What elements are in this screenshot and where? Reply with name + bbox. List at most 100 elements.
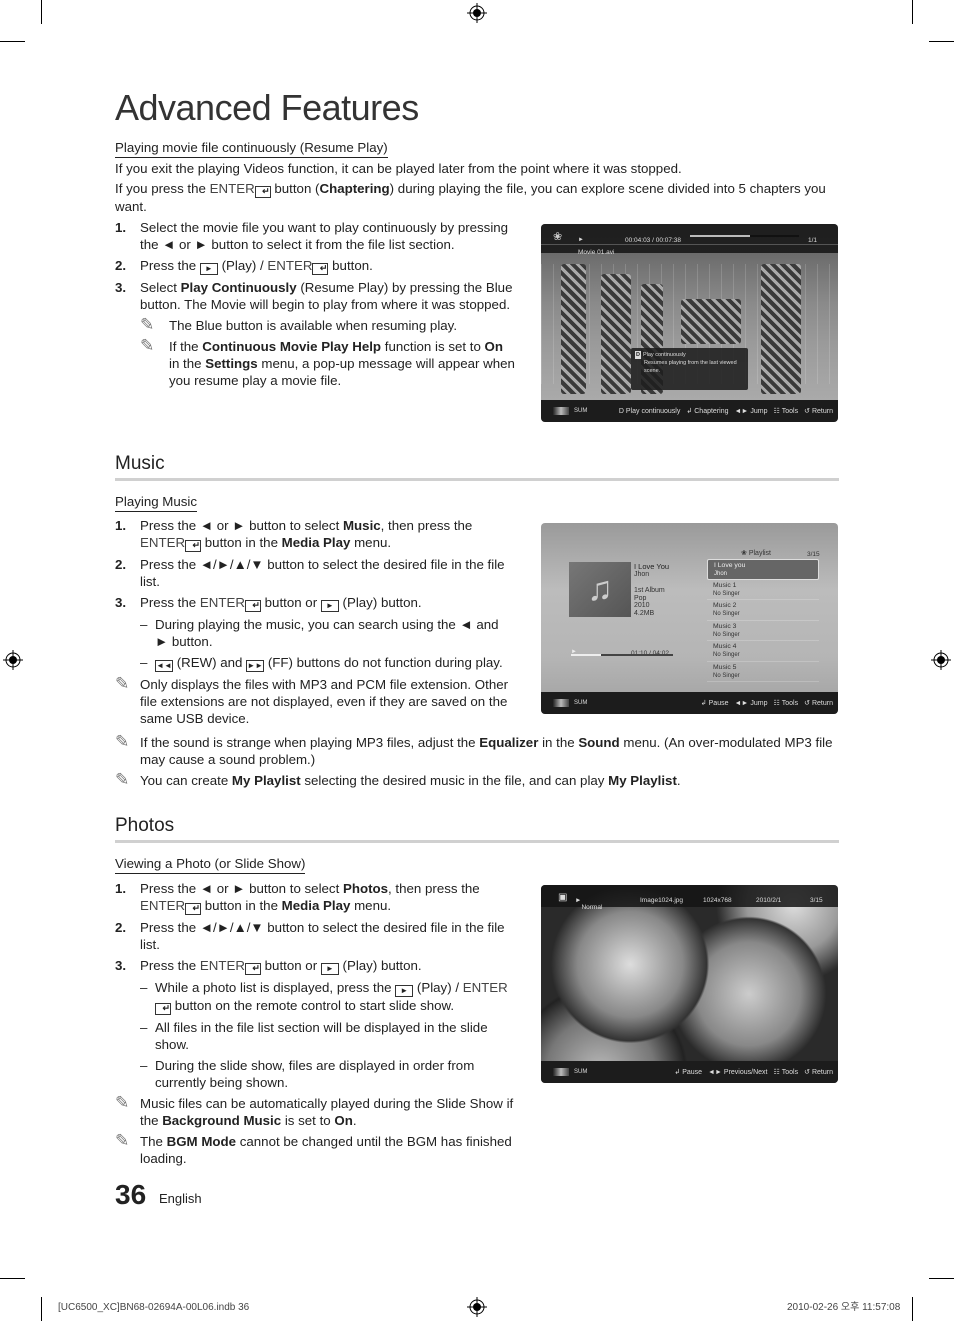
action-pause[interactable]: ↲ Pause xyxy=(674,1064,702,1081)
playlist-icon: ❀ xyxy=(741,550,747,557)
pencil-note-icon: ✎ xyxy=(115,1131,130,1150)
dash-item: – While a photo list is displayed, press … xyxy=(140,980,508,1015)
page-language: English xyxy=(159,1191,202,1206)
step: 2. Press the ► (Play) / ENTER ↵ button. xyxy=(115,258,373,275)
music-bottom-bar: SUM ↲ Pause ◄► Jump ☷ Tools ↺ Return xyxy=(541,692,838,714)
movie-top-bar: ❀ ► 00:04:03 / 00:07:38 1/1 Movie 01.avi xyxy=(541,224,838,256)
action-jump[interactable]: ◄► Jump xyxy=(735,403,768,420)
crop-mark xyxy=(41,1297,42,1321)
action-key-icon: ↲ xyxy=(700,699,707,707)
track-genre: Pop xyxy=(634,594,647,602)
movie-filename: Movie 01.avi xyxy=(578,249,615,256)
action-play-continuously[interactable]: D Play continuously xyxy=(619,403,681,420)
action-label: Pause xyxy=(708,699,729,707)
page-number: 36 xyxy=(115,1179,147,1210)
play-button-icon: ► xyxy=(199,263,218,275)
note: ✎ If the Continuous Movie Play Help funct… xyxy=(140,336,515,388)
note: ✎ The Blue button is available when resum… xyxy=(140,315,458,334)
step: 3. Select Play Continuously (Resume Play)… xyxy=(115,280,513,312)
action-key-icon: ◄► xyxy=(734,407,749,415)
playlist-item-title: Music 5 xyxy=(713,663,737,671)
playlist-item[interactable]: Music 2 No Singer xyxy=(707,600,819,621)
action-return[interactable]: ↺ Return xyxy=(804,695,833,712)
fast-forward-button-icon: ►► xyxy=(246,660,265,672)
action-previous-next[interactable]: ◄► Previous/Next xyxy=(708,1064,767,1081)
track-artist: Jhon xyxy=(634,570,650,578)
note: ✎ Only displays the files with MP3 and PC… xyxy=(115,674,509,726)
playing-music-heading: Playing Music xyxy=(115,493,198,512)
crop-mark xyxy=(41,0,42,24)
action-tools[interactable]: ☷ Tools xyxy=(773,403,798,420)
usb-device-icon xyxy=(553,407,569,415)
enter-icon: ↵ xyxy=(244,600,261,612)
action-label: Chaptering xyxy=(694,407,729,415)
action-tools[interactable]: ☷ Tools xyxy=(773,1064,798,1081)
action-return[interactable]: ↺ Return xyxy=(804,1064,833,1081)
step: 2. Press the ◄/►/▲/▼ button to select the… xyxy=(115,920,505,952)
playlist: I Love you Jhon Music 1 No Singer Music 2 No … xyxy=(707,559,819,682)
giraffe-image xyxy=(601,274,631,394)
action-pause[interactable]: ↲ Pause xyxy=(701,695,729,712)
action-return[interactable]: ↺ Return xyxy=(804,403,833,420)
pencil-note-icon: ✎ xyxy=(115,732,130,751)
crop-mark xyxy=(912,1297,913,1321)
playlist-item-title: I Love you xyxy=(714,562,746,569)
dash-item: – ◄◄ (REW) and ►► (FF) buttons do not fun… xyxy=(140,655,503,672)
print-slug-date: 2010-02-26 오후 11:57:08 xyxy=(787,1302,901,1313)
playlist-item[interactable]: Music 5 No Singer xyxy=(707,662,819,682)
device-label: SUM xyxy=(574,407,588,414)
registration-mark-icon xyxy=(931,650,951,670)
music-player-screenshot: ❀ Playlist 3/15 ♫ I Love You Jhon 1st Al… xyxy=(541,523,838,714)
enter-icon: ↵ xyxy=(254,186,271,198)
action-jump[interactable]: ◄► Jump xyxy=(735,695,768,712)
resume-play-heading: Playing movie file continuously (Resume … xyxy=(115,139,388,158)
crop-mark xyxy=(929,1278,954,1279)
track-album: 1st Album xyxy=(634,587,665,594)
usb-device-icon xyxy=(553,699,569,707)
action-key-icon: ◄► xyxy=(708,1068,722,1076)
step: 3. Press the ENTER ↵ button or ► (Play) bu… xyxy=(115,595,422,612)
blue-d-key-icon: D xyxy=(635,351,641,359)
action-chaptering[interactable]: ↲ Chaptering xyxy=(686,403,728,420)
crop-mark xyxy=(0,41,25,42)
action-label: Tools xyxy=(781,699,799,707)
photo-steps: 1. Press the ◄ or ► button to select Phot… xyxy=(115,880,515,1171)
photo-icon: ▣ xyxy=(558,892,568,903)
playlist-item-title: Music 3 xyxy=(713,622,737,630)
giraffe-image xyxy=(561,264,586,394)
playlist-item[interactable]: Music 3 No Singer xyxy=(707,621,819,641)
movie-progress-bar[interactable] xyxy=(690,235,799,237)
movie-time: 00:04:03 / 00:07:38 xyxy=(625,237,682,244)
playlist-item[interactable]: Music 1 No Singer xyxy=(707,580,819,600)
giraffe-image xyxy=(761,264,801,394)
dash-item: – During the slide show, files are displa… xyxy=(140,1058,475,1090)
action-tools[interactable]: ☷ Tools xyxy=(773,695,798,712)
play-button-icon: ► xyxy=(395,985,414,997)
step: 1. Select the movie file you want to play… xyxy=(115,220,509,252)
registration-mark-icon xyxy=(467,3,487,23)
playlist-item[interactable]: Music 4 No Singer xyxy=(707,641,819,662)
photo-count: 3/15 xyxy=(810,897,823,904)
photo-filename: Image1024.jpg xyxy=(640,897,684,904)
music-steps: 1. Press the ◄ or ► button to select Musi… xyxy=(115,517,515,731)
pencil-note-icon: ✎ xyxy=(115,770,130,789)
playlist-item-artist: No Singer xyxy=(713,652,740,658)
action-key-icon: D xyxy=(618,407,624,415)
playlist-item-title: Music 4 xyxy=(713,643,737,650)
action-label: Return xyxy=(811,407,833,415)
track-info: I Love You Jhon 1st Album Pop 2010 4.2MB xyxy=(634,563,669,617)
photo-top-bar: ▣ ► Normal Image1024.jpg 1024x768 2010/2… xyxy=(541,885,838,911)
playlist-item[interactable]: I Love you Jhon xyxy=(707,559,819,580)
photo-action-list: ↲ Pause ◄► Previous/Next ☷ Tools ↺ Return xyxy=(674,1064,833,1081)
enter-icon: ↵ xyxy=(312,263,329,275)
action-label: Pause xyxy=(682,1068,703,1076)
playlist-item-artist: No Singer xyxy=(713,631,740,638)
action-key-icon: ↺ xyxy=(804,699,810,707)
track-size: 4.2MB xyxy=(634,609,655,617)
action-label: Tools xyxy=(781,407,799,415)
action-key-icon: ☷ xyxy=(773,407,780,415)
action-key-icon: ☷ xyxy=(773,699,780,707)
movie-bottom-bar: SUM D Play continuously ↲ Chaptering ◄► Jump ☷… xyxy=(541,400,838,422)
pencil-note-icon: ✎ xyxy=(140,336,155,355)
music-progress-bar[interactable] xyxy=(571,654,673,656)
